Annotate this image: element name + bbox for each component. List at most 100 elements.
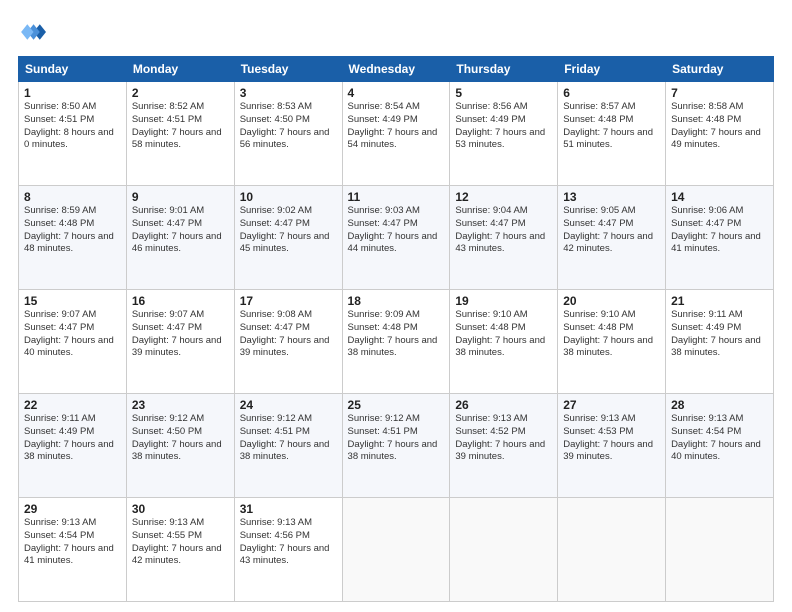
day-info: Sunrise: 9:07 AMSunset: 4:47 PMDaylight:… [132,309,229,360]
day-number: 22 [24,398,121,412]
day-info: Sunrise: 8:58 AMSunset: 4:48 PMDaylight:… [671,101,768,152]
day-number: 6 [563,86,660,100]
calendar-week-4: 22 Sunrise: 9:11 AMSunset: 4:49 PMDaylig… [19,394,774,498]
day-number: 11 [348,190,445,204]
day-info: Sunrise: 9:11 AMSunset: 4:49 PMDaylight:… [671,309,768,360]
calendar-cell: 29 Sunrise: 9:13 AMSunset: 4:54 PMDaylig… [19,498,127,602]
day-number: 30 [132,502,229,516]
day-number: 15 [24,294,121,308]
day-number: 8 [24,190,121,204]
day-number: 29 [24,502,121,516]
day-info: Sunrise: 8:57 AMSunset: 4:48 PMDaylight:… [563,101,660,152]
day-number: 16 [132,294,229,308]
calendar-cell: 23 Sunrise: 9:12 AMSunset: 4:50 PMDaylig… [126,394,234,498]
day-number: 26 [455,398,552,412]
calendar-cell: 24 Sunrise: 9:12 AMSunset: 4:51 PMDaylig… [234,394,342,498]
calendar-cell: 26 Sunrise: 9:13 AMSunset: 4:52 PMDaylig… [450,394,558,498]
day-number: 17 [240,294,337,308]
calendar-cell: 1 Sunrise: 8:50 AMSunset: 4:51 PMDayligh… [19,82,127,186]
calendar-cell: 10 Sunrise: 9:02 AMSunset: 4:47 PMDaylig… [234,186,342,290]
page: SundayMondayTuesdayWednesdayThursdayFrid… [0,0,792,612]
calendar-cell: 18 Sunrise: 9:09 AMSunset: 4:48 PMDaylig… [342,290,450,394]
calendar-cell: 9 Sunrise: 9:01 AMSunset: 4:47 PMDayligh… [126,186,234,290]
day-info: Sunrise: 9:10 AMSunset: 4:48 PMDaylight:… [563,309,660,360]
calendar-table: SundayMondayTuesdayWednesdayThursdayFrid… [18,56,774,602]
calendar-cell: 27 Sunrise: 9:13 AMSunset: 4:53 PMDaylig… [558,394,666,498]
day-info: Sunrise: 8:53 AMSunset: 4:50 PMDaylight:… [240,101,337,152]
day-info: Sunrise: 9:12 AMSunset: 4:50 PMDaylight:… [132,413,229,464]
day-number: 18 [348,294,445,308]
day-info: Sunrise: 9:05 AMSunset: 4:47 PMDaylight:… [563,205,660,256]
day-info: Sunrise: 9:03 AMSunset: 4:47 PMDaylight:… [348,205,445,256]
calendar-cell: 3 Sunrise: 8:53 AMSunset: 4:50 PMDayligh… [234,82,342,186]
day-number: 23 [132,398,229,412]
weekday-header-row: SundayMondayTuesdayWednesdayThursdayFrid… [19,57,774,82]
day-number: 12 [455,190,552,204]
weekday-monday: Monday [126,57,234,82]
weekday-wednesday: Wednesday [342,57,450,82]
day-info: Sunrise: 9:08 AMSunset: 4:47 PMDaylight:… [240,309,337,360]
calendar-cell [342,498,450,602]
calendar-week-3: 15 Sunrise: 9:07 AMSunset: 4:47 PMDaylig… [19,290,774,394]
calendar-week-5: 29 Sunrise: 9:13 AMSunset: 4:54 PMDaylig… [19,498,774,602]
day-number: 19 [455,294,552,308]
day-number: 1 [24,86,121,100]
logo-icon [18,18,46,46]
day-number: 10 [240,190,337,204]
calendar-cell: 6 Sunrise: 8:57 AMSunset: 4:48 PMDayligh… [558,82,666,186]
calendar-cell: 22 Sunrise: 9:11 AMSunset: 4:49 PMDaylig… [19,394,127,498]
calendar-cell: 4 Sunrise: 8:54 AMSunset: 4:49 PMDayligh… [342,82,450,186]
calendar-week-2: 8 Sunrise: 8:59 AMSunset: 4:48 PMDayligh… [19,186,774,290]
day-number: 24 [240,398,337,412]
day-number: 25 [348,398,445,412]
day-number: 13 [563,190,660,204]
day-number: 20 [563,294,660,308]
weekday-tuesday: Tuesday [234,57,342,82]
calendar-cell: 17 Sunrise: 9:08 AMSunset: 4:47 PMDaylig… [234,290,342,394]
calendar-cell [558,498,666,602]
logo [18,18,50,46]
day-number: 5 [455,86,552,100]
calendar-cell: 8 Sunrise: 8:59 AMSunset: 4:48 PMDayligh… [19,186,127,290]
calendar-cell: 15 Sunrise: 9:07 AMSunset: 4:47 PMDaylig… [19,290,127,394]
day-number: 27 [563,398,660,412]
day-info: Sunrise: 9:10 AMSunset: 4:48 PMDaylight:… [455,309,552,360]
day-number: 31 [240,502,337,516]
calendar-cell: 19 Sunrise: 9:10 AMSunset: 4:48 PMDaylig… [450,290,558,394]
day-number: 21 [671,294,768,308]
day-number: 2 [132,86,229,100]
calendar-cell: 13 Sunrise: 9:05 AMSunset: 4:47 PMDaylig… [558,186,666,290]
day-number: 7 [671,86,768,100]
day-number: 14 [671,190,768,204]
day-info: Sunrise: 9:12 AMSunset: 4:51 PMDaylight:… [240,413,337,464]
day-info: Sunrise: 9:01 AMSunset: 4:47 PMDaylight:… [132,205,229,256]
calendar-cell: 7 Sunrise: 8:58 AMSunset: 4:48 PMDayligh… [666,82,774,186]
calendar-cell: 12 Sunrise: 9:04 AMSunset: 4:47 PMDaylig… [450,186,558,290]
weekday-saturday: Saturday [666,57,774,82]
day-info: Sunrise: 9:04 AMSunset: 4:47 PMDaylight:… [455,205,552,256]
day-info: Sunrise: 8:54 AMSunset: 4:49 PMDaylight:… [348,101,445,152]
calendar-cell: 20 Sunrise: 9:10 AMSunset: 4:48 PMDaylig… [558,290,666,394]
calendar-cell: 5 Sunrise: 8:56 AMSunset: 4:49 PMDayligh… [450,82,558,186]
day-info: Sunrise: 9:13 AMSunset: 4:52 PMDaylight:… [455,413,552,464]
calendar-cell: 2 Sunrise: 8:52 AMSunset: 4:51 PMDayligh… [126,82,234,186]
weekday-sunday: Sunday [19,57,127,82]
calendar-cell: 21 Sunrise: 9:11 AMSunset: 4:49 PMDaylig… [666,290,774,394]
weekday-thursday: Thursday [450,57,558,82]
day-info: Sunrise: 9:09 AMSunset: 4:48 PMDaylight:… [348,309,445,360]
day-info: Sunrise: 9:13 AMSunset: 4:55 PMDaylight:… [132,517,229,568]
day-number: 28 [671,398,768,412]
day-info: Sunrise: 9:07 AMSunset: 4:47 PMDaylight:… [24,309,121,360]
day-info: Sunrise: 8:59 AMSunset: 4:48 PMDaylight:… [24,205,121,256]
day-info: Sunrise: 8:50 AMSunset: 4:51 PMDaylight:… [24,101,121,152]
day-info: Sunrise: 9:11 AMSunset: 4:49 PMDaylight:… [24,413,121,464]
day-info: Sunrise: 9:02 AMSunset: 4:47 PMDaylight:… [240,205,337,256]
day-info: Sunrise: 9:13 AMSunset: 4:56 PMDaylight:… [240,517,337,568]
day-info: Sunrise: 9:13 AMSunset: 4:53 PMDaylight:… [563,413,660,464]
day-info: Sunrise: 9:13 AMSunset: 4:54 PMDaylight:… [671,413,768,464]
day-info: Sunrise: 9:12 AMSunset: 4:51 PMDaylight:… [348,413,445,464]
day-info: Sunrise: 8:52 AMSunset: 4:51 PMDaylight:… [132,101,229,152]
day-info: Sunrise: 8:56 AMSunset: 4:49 PMDaylight:… [455,101,552,152]
calendar-cell: 14 Sunrise: 9:06 AMSunset: 4:47 PMDaylig… [666,186,774,290]
calendar-cell [450,498,558,602]
